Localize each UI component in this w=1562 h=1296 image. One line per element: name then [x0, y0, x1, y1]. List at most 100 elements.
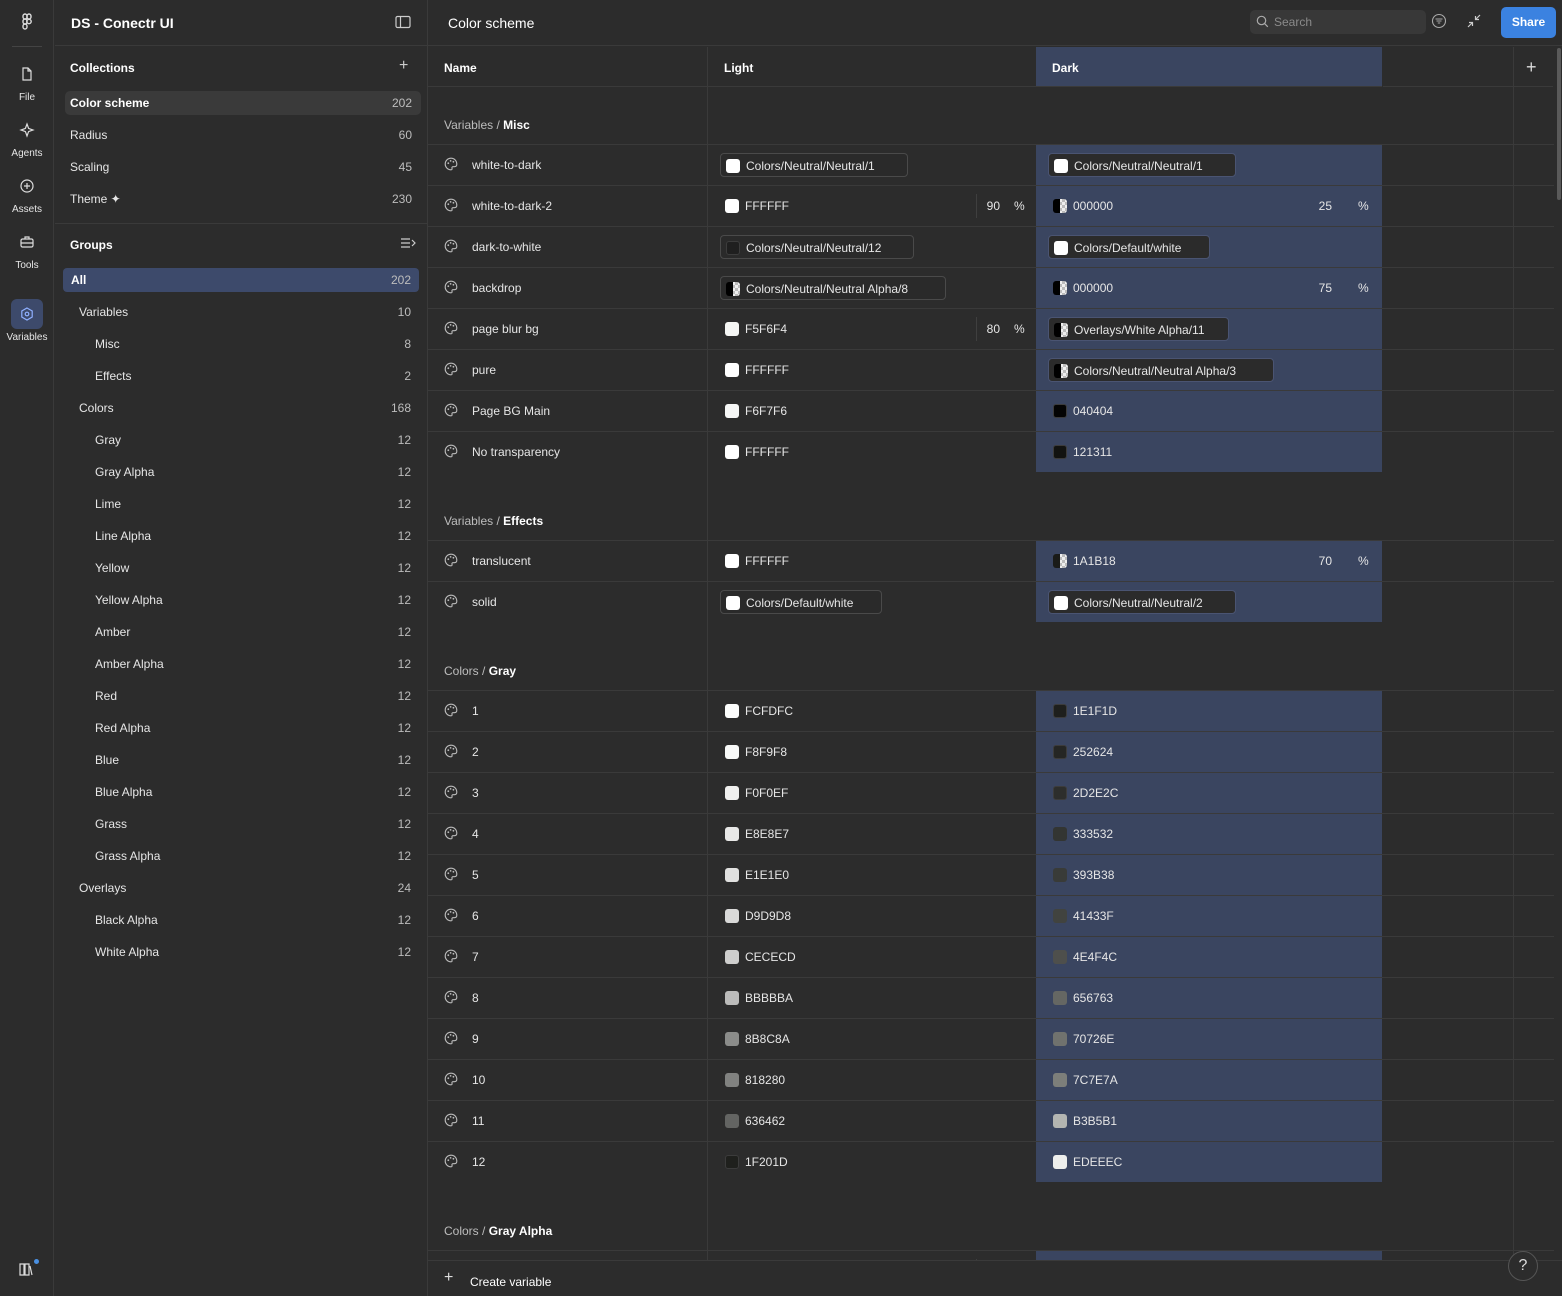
collection-color-scheme[interactable]: Color scheme 202 — [65, 91, 421, 115]
variable-row[interactable]: Colors/Neutral/Neutral/2 solid Colors/Defa… — [428, 581, 1554, 622]
variable-name[interactable]: page blur bg — [472, 322, 539, 336]
light-value-hex[interactable]: FCFDFC — [720, 699, 920, 723]
color-swatch[interactable] — [1054, 323, 1068, 337]
color-swatch[interactable] — [1053, 1073, 1067, 1087]
library-icon[interactable] — [17, 1259, 39, 1280]
color-swatch[interactable] — [1053, 745, 1067, 759]
light-value-hex[interactable]: FFFFFF — [720, 549, 920, 573]
help-button[interactable]: ? — [1508, 1251, 1538, 1281]
dark-mode-cell[interactable]: 1A1B18 70% — [1036, 541, 1382, 581]
variable-name[interactable]: 7 — [472, 950, 479, 964]
color-swatch[interactable] — [725, 1032, 739, 1046]
color-swatch[interactable] — [725, 745, 739, 759]
variable-row[interactable]: Colors/Default/white dark-to-white Colors/… — [428, 226, 1554, 267]
variable-name[interactable]: 2 — [472, 745, 479, 759]
variable-row[interactable]: 41433F 6 D9D9D8 — [428, 895, 1554, 936]
variable-name[interactable]: 1 — [472, 704, 479, 718]
variable-row[interactable]: 393B38 5 E1E1E0 — [428, 854, 1554, 895]
dark-value-hex[interactable]: 000000 — [1048, 276, 1248, 300]
dark-value-alias-chip[interactable]: Colors/Default/white — [1048, 235, 1210, 259]
opacity-value[interactable]: 90 — [987, 199, 1000, 213]
variable-row[interactable]: 1A1B18 70% translucent FFFFFF — [428, 540, 1554, 581]
dark-mode-cell[interactable]: Colors/Neutral/Neutral Alpha/3 — [1036, 350, 1382, 390]
light-value-hex[interactable]: F8F9F8 — [720, 740, 920, 764]
variable-row[interactable]: EDEEEC 12 1F201D — [428, 1141, 1554, 1182]
dark-value-hex[interactable]: 040404 — [1048, 399, 1248, 423]
color-swatch[interactable] — [1054, 241, 1068, 255]
dark-value-hex[interactable]: B3B5B1 — [1048, 1109, 1248, 1133]
variable-name[interactable]: 3 — [472, 786, 479, 800]
group-item-overlays[interactable]: Overlays 24 — [63, 876, 419, 900]
color-swatch[interactable] — [725, 322, 739, 336]
collapse-icon[interactable] — [1466, 13, 1482, 32]
dark-mode-cell[interactable]: Colors/Default/white — [1036, 227, 1382, 267]
variable-name[interactable]: 12 — [472, 1155, 485, 1169]
dark-value-hex[interactable]: 333532 — [1048, 822, 1248, 846]
variable-row[interactable]: Colors/Neutral/Neutral Alpha/3 pure FFFFFF — [428, 349, 1554, 390]
variable-name[interactable]: No transparency — [472, 445, 560, 459]
color-swatch[interactable] — [1053, 445, 1067, 459]
color-swatch[interactable] — [725, 1114, 739, 1128]
group-item-yellow[interactable]: Yellow 12 — [63, 556, 419, 580]
variable-row[interactable]: Overlays/White Alpha/11 page blur bg F5F6F… — [428, 308, 1554, 349]
light-value-hex[interactable]: BBBBBA — [720, 986, 920, 1010]
group-item-grass[interactable]: Grass 12 — [63, 812, 419, 836]
light-value-hex[interactable]: F0F0EF — [720, 781, 920, 805]
dark-mode-cell[interactable]: Overlays/White Alpha/11 — [1036, 309, 1382, 349]
filter-icon[interactable] — [1431, 13, 1447, 32]
dark-mode-cell[interactable]: 4E4F4C — [1036, 937, 1382, 977]
color-swatch[interactable] — [1054, 596, 1068, 610]
group-item-misc[interactable]: Misc 8 — [63, 332, 419, 356]
light-value-alias-chip[interactable]: Colors/Neutral/Neutral Alpha/8 — [720, 276, 946, 300]
color-swatch[interactable] — [1053, 554, 1067, 568]
color-swatch[interactable] — [725, 827, 739, 841]
dark-mode-cell[interactable]: 2D2E2C — [1036, 773, 1382, 813]
color-swatch[interactable] — [1053, 786, 1067, 800]
dark-value-hex[interactable]: 70726E — [1048, 1027, 1248, 1051]
color-swatch[interactable] — [725, 991, 739, 1005]
opacity-value[interactable]: 80 — [987, 322, 1000, 336]
color-swatch[interactable] — [1053, 281, 1067, 295]
dark-mode-cell[interactable]: 41433F — [1036, 896, 1382, 936]
variable-row[interactable]: 252624 2 F8F9F8 — [428, 731, 1554, 772]
dark-mode-cell[interactable]: Colors/Neutral/Neutral/1 — [1036, 145, 1382, 185]
dark-mode-cell[interactable]: 252624 — [1036, 732, 1382, 772]
collection-scaling[interactable]: Scaling 45 — [65, 155, 421, 179]
variable-row[interactable]: 7C7E7A 10 818280 — [428, 1059, 1554, 1100]
variable-name[interactable]: 10 — [472, 1073, 485, 1087]
light-value-hex[interactable]: E1E1E0 — [720, 863, 920, 887]
dark-mode-cell[interactable]: 1E1F1D — [1036, 691, 1382, 731]
light-value-hex[interactable]: F5F6F4 — [720, 317, 920, 341]
group-item-amber[interactable]: Amber 12 — [63, 620, 419, 644]
dark-value-hex[interactable]: 7C7E7A — [1048, 1068, 1248, 1092]
light-value-hex[interactable]: F6F7F6 — [720, 399, 920, 423]
toggle-panel-icon[interactable] — [395, 15, 411, 32]
group-item-lime[interactable]: Lime 12 — [63, 492, 419, 516]
color-swatch[interactable] — [725, 868, 739, 882]
collection-radius[interactable]: Radius 60 — [65, 123, 421, 147]
dark-mode-cell[interactable]: EDEEEC — [1036, 1142, 1382, 1182]
dark-value-hex[interactable]: 1E1F1D — [1048, 699, 1248, 723]
group-item-black-alpha[interactable]: Black Alpha 12 — [63, 908, 419, 932]
variable-row[interactable]: 000000 75% backdrop Colors/Neutral/Neutral … — [428, 267, 1554, 308]
search-input[interactable] — [1274, 13, 1420, 31]
dark-value-hex[interactable]: 41433F — [1048, 904, 1248, 928]
file-title[interactable]: DS - Conectr UI — [71, 15, 174, 31]
dark-mode-cell[interactable]: Colors/Neutral/Neutral/2 — [1036, 582, 1382, 622]
scrollbar[interactable] — [1557, 48, 1561, 200]
variable-row[interactable]: 70726E 9 8B8C8A — [428, 1018, 1554, 1059]
group-item-amber-alpha[interactable]: Amber Alpha 12 — [63, 652, 419, 676]
variable-name[interactable]: 8 — [472, 991, 479, 1005]
variable-name[interactable]: translucent — [472, 554, 531, 568]
create-variable-bar[interactable]: + Create variable — [428, 1260, 1562, 1296]
dark-mode-cell[interactable]: 7C7E7A — [1036, 1060, 1382, 1100]
variable-name[interactable]: 6 — [472, 909, 479, 923]
color-swatch[interactable] — [725, 1073, 739, 1087]
column-header-dark[interactable]: Dark — [1036, 47, 1382, 87]
variable-row[interactable]: 000000 25% white-to-dark-2 FFFFFF 90% — [428, 185, 1554, 226]
color-swatch[interactable] — [1053, 950, 1067, 964]
color-swatch[interactable] — [1053, 827, 1067, 841]
group-item-variables[interactable]: Variables 10 — [63, 300, 419, 324]
color-swatch[interactable] — [725, 363, 739, 377]
light-value-alias-chip[interactable]: Colors/Default/white — [720, 590, 882, 614]
